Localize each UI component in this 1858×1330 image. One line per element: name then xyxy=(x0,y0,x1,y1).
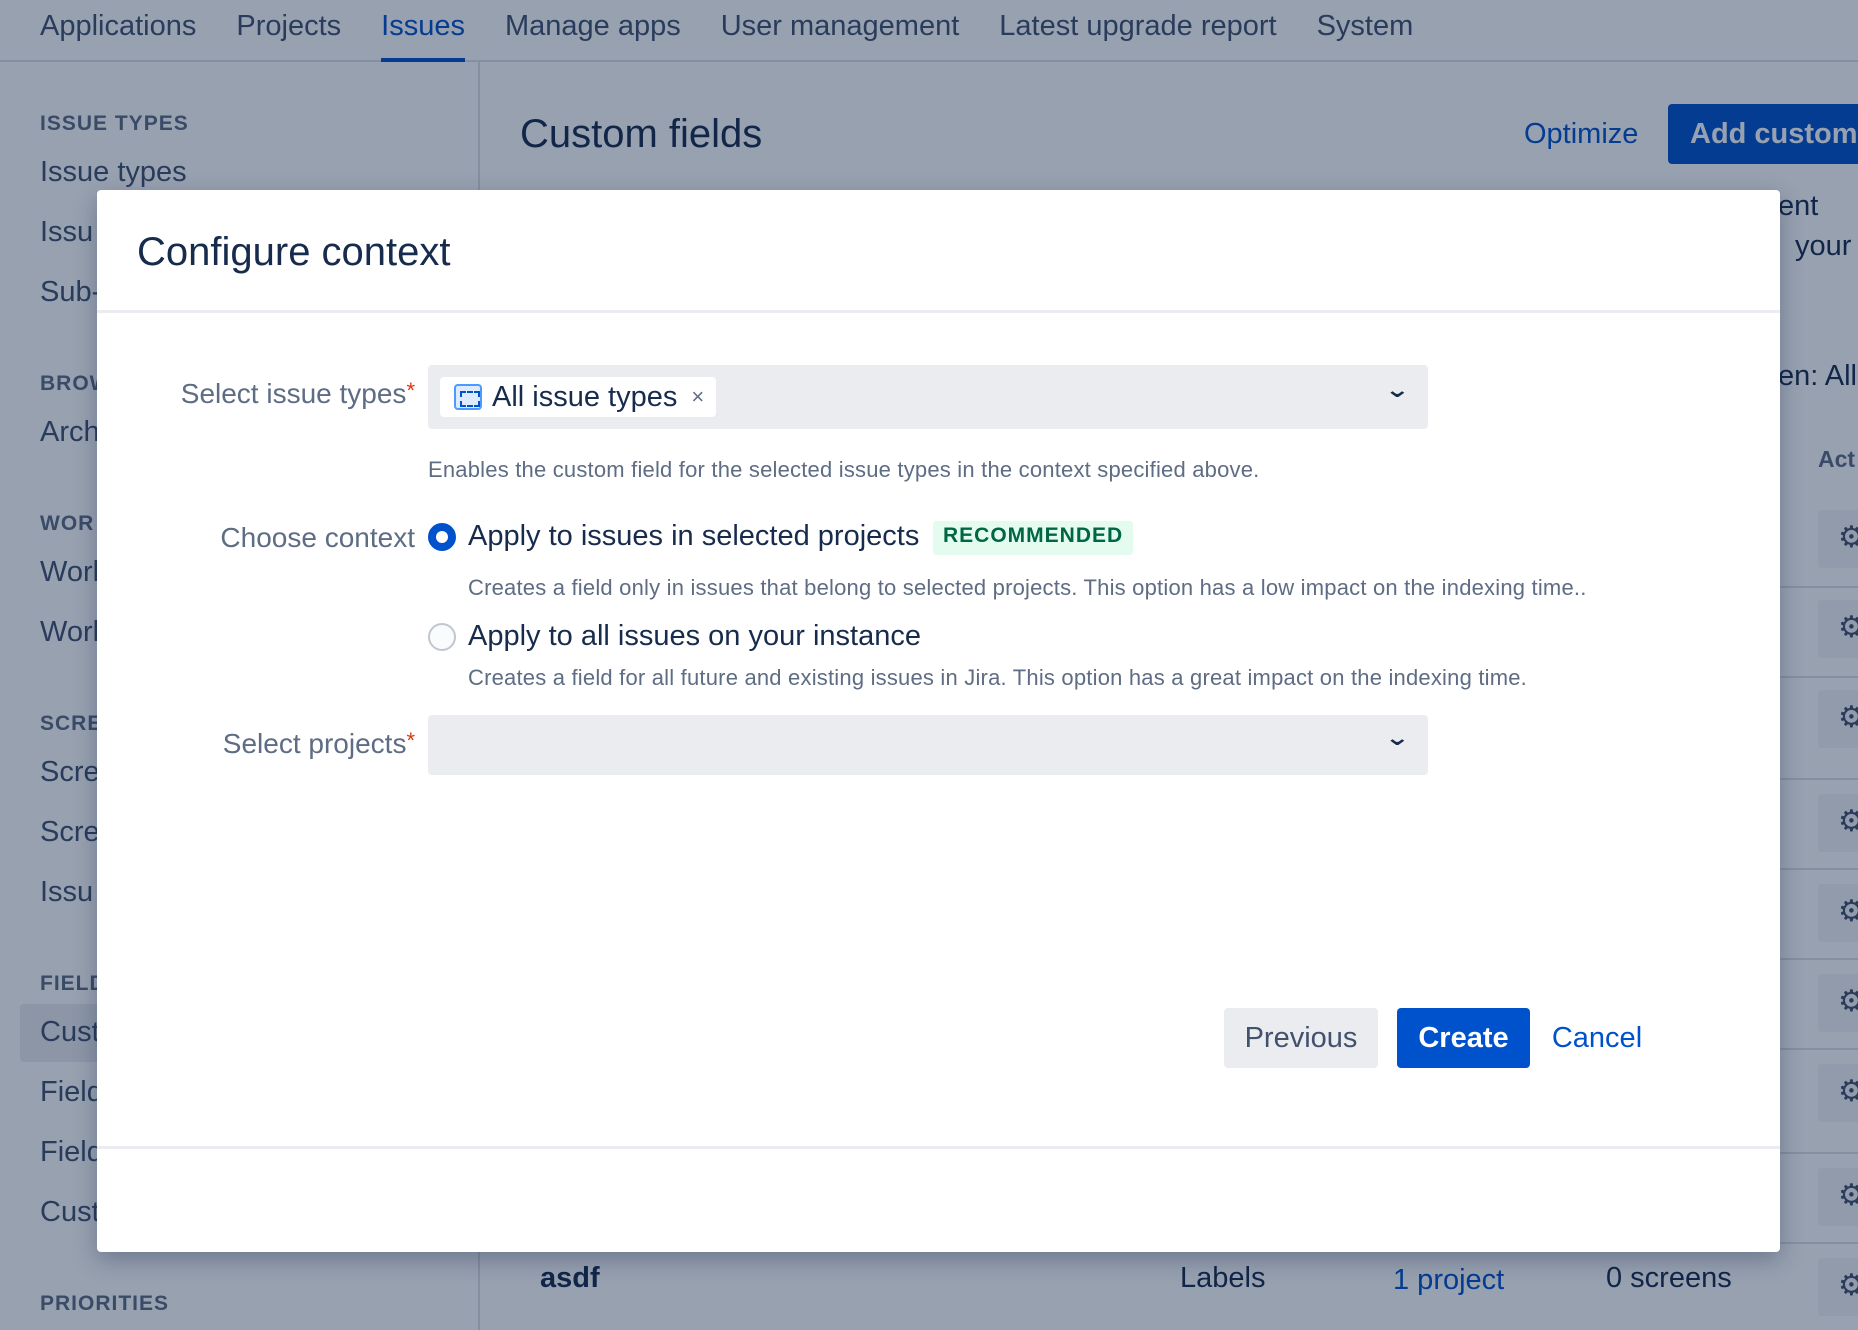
cancel-button[interactable]: Cancel xyxy=(1542,1008,1652,1068)
remove-tag-icon[interactable]: × xyxy=(691,384,704,410)
dialog-title: Configure context xyxy=(137,230,451,274)
all-issues-description: Creates a field for all future and exist… xyxy=(468,665,1527,690)
issue-types-label-text: Select issue types xyxy=(180,378,407,409)
issue-types-help-text: Enables the custom field for the selecte… xyxy=(428,457,1260,482)
issue-type-tag: All issue types × xyxy=(440,377,717,417)
create-button[interactable]: Create xyxy=(1397,1008,1530,1068)
required-mark: * xyxy=(406,378,415,403)
radio-selected-projects-label[interactable]: Apply to issues in selected projects xyxy=(468,520,919,553)
selected-projects-description: Creates a field only in issues that belo… xyxy=(468,575,1587,600)
chevron-down-icon: ⌄ xyxy=(1383,725,1410,750)
radio-selected-projects[interactable] xyxy=(428,523,456,551)
issue-types-select[interactable]: All issue types × ⌄ xyxy=(428,365,1428,429)
projects-label: Select projects* xyxy=(223,728,415,760)
dialog-footer-divider xyxy=(97,1146,1780,1149)
radio-all-issues-label[interactable]: Apply to all issues on your instance xyxy=(468,620,921,653)
issue-type-tag-label: All issue types xyxy=(492,380,678,413)
configure-context-dialog: Configure context Select issue types* Al… xyxy=(97,190,1780,1252)
chevron-down-icon: ⌄ xyxy=(1383,377,1410,402)
choose-context-label: Choose context xyxy=(220,522,415,553)
projects-label-text: Select projects xyxy=(222,728,407,759)
required-mark: * xyxy=(406,728,415,753)
projects-select[interactable]: ⌄ xyxy=(428,715,1428,775)
previous-button[interactable]: Previous xyxy=(1224,1008,1378,1068)
dialog-header-divider xyxy=(97,310,1780,313)
recommended-badge: RECOMMENDED xyxy=(933,521,1134,555)
radio-all-issues[interactable] xyxy=(428,623,456,651)
issue-types-label: Select issue types* xyxy=(181,378,415,410)
issue-type-icon xyxy=(454,384,482,410)
